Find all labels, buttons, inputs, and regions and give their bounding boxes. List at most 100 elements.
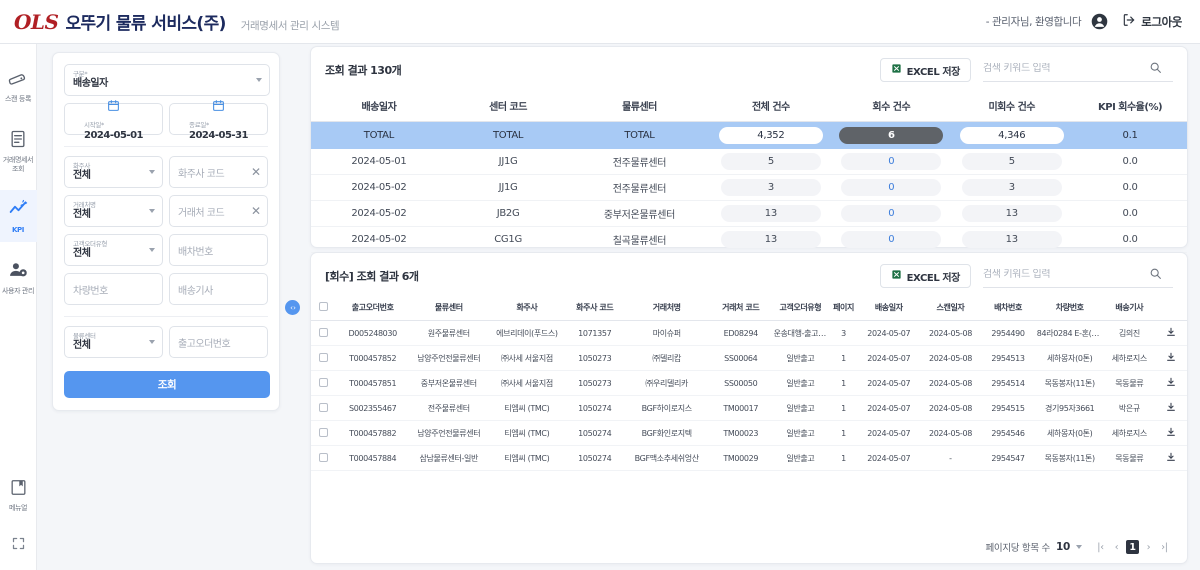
filter-center-select[interactable]: 물류센터 전체	[64, 326, 163, 358]
download-icon[interactable]	[1166, 377, 1176, 387]
row-checkbox-cell[interactable]	[311, 345, 336, 371]
logout-button[interactable]: 로그아웃	[1118, 10, 1186, 33]
row-checkbox-cell[interactable]	[311, 370, 336, 396]
chevron-down-icon[interactable]	[1076, 545, 1082, 549]
filter-date-row: 시작일* 2024-05-01 종료일* 2024-05-31	[64, 100, 268, 141]
detail-page-prev[interactable]: ‹	[1110, 540, 1123, 554]
select-all-checkbox[interactable]	[318, 302, 328, 311]
filter-client-code-input[interactable]: 거래처 코드 ✕	[169, 195, 268, 227]
clear-icon[interactable]: ✕	[251, 166, 261, 178]
download-icon[interactable]	[1166, 327, 1176, 337]
row-checkbox[interactable]	[318, 377, 328, 387]
detail-page-1[interactable]: 1	[1126, 540, 1139, 554]
kpi-row-not-recovered-pill: 13	[961, 205, 1062, 222]
detail-page-next[interactable]: ›	[1142, 540, 1155, 554]
detail-search-input[interactable]	[983, 268, 1143, 280]
filter-order-type-select[interactable]: 고객오더유형 전체	[64, 234, 163, 266]
filter-gubun-value: 배송일자	[73, 78, 108, 90]
table-row[interactable]: T000457852 남양주언전물류센터 ㈜사세 서울지점 1050273 ㈜델…	[311, 345, 1187, 371]
cell-download[interactable]	[1154, 320, 1187, 346]
detail-page-size-value[interactable]: 10	[1056, 541, 1070, 553]
filter-gubun-select[interactable]: 구분* 배송일자	[64, 64, 270, 96]
cell-download[interactable]	[1154, 370, 1187, 396]
filter-shipper-code-input[interactable]: 화주사 코드 ✕	[169, 156, 268, 188]
kpi-excel-export-button[interactable]: EXCEL 저장	[879, 58, 971, 82]
kpi-row-center-code: JJ1G	[446, 174, 570, 201]
cell-page: 1	[829, 345, 858, 371]
kpi-row-center-code: JJ1G	[446, 149, 570, 175]
table-row[interactable]: T000457882 남양주언전물류센터 티엠씨 (TMC) 1050274 B…	[311, 420, 1187, 446]
cell-download[interactable]	[1154, 345, 1187, 371]
filter-client-select[interactable]: 거래처명 전체	[64, 195, 163, 227]
row-checkbox[interactable]	[318, 352, 328, 362]
detail-col-select-all[interactable]	[311, 296, 336, 321]
kpi-col-total-count: 전체 건수	[709, 91, 833, 122]
cell-download[interactable]	[1154, 445, 1187, 471]
cell-client-code: ED08294	[709, 320, 772, 346]
row-checkbox-cell[interactable]	[311, 420, 336, 446]
cell-shipper: 에브리데이(푸드스)	[487, 320, 566, 346]
filter-end-date[interactable]: 종료일* 2024-05-31	[169, 100, 268, 141]
chevron-down-icon	[149, 340, 155, 344]
row-checkbox[interactable]	[318, 452, 328, 462]
table-row[interactable]: 2024-05-02 JB2G 중부저온물류센터 13 0 13 0.0	[311, 200, 1187, 227]
cell-download[interactable]	[1154, 395, 1187, 421]
cell-download[interactable]	[1154, 420, 1187, 446]
detail-excel-export-button[interactable]: EXCEL 저장	[879, 264, 971, 288]
row-checkbox-cell[interactable]	[311, 395, 336, 421]
row-checkbox-cell[interactable]	[311, 445, 336, 471]
detail-table: 출고오더번호 물류센터 화주사 화주사 코드 거래처명 거래처 코드 고객오더유…	[311, 296, 1187, 471]
user-circle-icon[interactable]	[1091, 13, 1108, 30]
sidebar-item-scan-register[interactable]: 스캔 등록	[0, 60, 37, 111]
filter-start-date[interactable]: 시작일* 2024-05-01	[64, 100, 163, 141]
detail-search-box[interactable]	[983, 265, 1173, 288]
filter-dispatch-no-input[interactable]: 배차번호	[169, 234, 268, 266]
table-row[interactable]: T000457851 중부저온물류센터 ㈜사세 서울지점 1050273 ㈜우리…	[311, 370, 1187, 396]
filter-driver-input[interactable]: 배송기사	[169, 273, 268, 305]
download-icon[interactable]	[1166, 452, 1176, 462]
sidebar-item-manual[interactable]: 메뉴얼	[0, 470, 37, 520]
row-checkbox[interactable]	[318, 327, 328, 337]
table-row[interactable]: S002355467 전주물류센터 티엠씨 (TMC) 1050274 BGF하…	[311, 395, 1187, 421]
search-icon[interactable]	[1149, 265, 1162, 284]
cell-dispatch-no: 2954547	[981, 445, 1035, 471]
filter-client-row: 거래처명 전체 거래처 코드 ✕	[64, 195, 268, 227]
brand-logo[interactable]: OLS 오뚜기 물류 서비스(주) 거래명세서 관리 시스템	[14, 9, 340, 34]
row-checkbox[interactable]	[318, 427, 328, 437]
table-row[interactable]: D005248030 원주물류센터 에브리데이(푸드스) 1071357 마이슈…	[311, 320, 1187, 346]
download-icon[interactable]	[1166, 402, 1176, 412]
detail-result-count: 조회 결과 6개	[356, 270, 419, 283]
kpi-row-rate: 0.0	[1073, 149, 1187, 175]
row-checkbox-cell[interactable]	[311, 320, 336, 346]
filter-center-row: 물류센터 전체 출고오더번호	[64, 326, 268, 358]
clear-icon[interactable]: ✕	[251, 205, 261, 217]
row-checkbox[interactable]	[318, 402, 328, 412]
kpi-row-recovered-cell: 0	[832, 149, 951, 175]
sidebar-item-expand[interactable]	[0, 528, 37, 562]
kpi-search-input[interactable]	[983, 62, 1143, 74]
table-row[interactable]: 2024-05-02 CG1G 칠곡물류센터 13 0 13 0.0	[311, 226, 1187, 253]
filter-outbound-no-input[interactable]: 출고오더번호	[169, 326, 268, 358]
panel-collapse-handle[interactable]: ‹ ›	[285, 300, 300, 315]
cell-shipper-code: 1050274	[565, 420, 624, 446]
sidebar-item-kpi[interactable]: KPI	[0, 190, 37, 242]
download-icon[interactable]	[1166, 352, 1176, 362]
table-row[interactable]: 2024-05-01 JJ1G 전주물류센터 5 0 5 0.0	[311, 149, 1187, 175]
cell-page: 1	[829, 420, 858, 446]
sidebar-item-invoice-search[interactable]: 거래명세서 조회	[0, 121, 37, 181]
kpi-search-box[interactable]	[983, 59, 1173, 82]
search-submit-button[interactable]: 조회	[64, 371, 270, 398]
filter-vehicle-no-input[interactable]: 차량번호	[64, 273, 163, 305]
detail-page-first[interactable]: |‹	[1094, 540, 1107, 554]
app-root: OLS 오뚜기 물류 서비스(주) 거래명세서 관리 시스템 - 관리자님, 환…	[0, 0, 1200, 570]
table-row[interactable]: T000457884 삼남물류센터-일반 티엠씨 (TMC) 1050274 B…	[311, 445, 1187, 471]
kpi-total-row[interactable]: TOTAL TOTAL TOTAL 4,352 6 4,346 0.1	[311, 121, 1187, 149]
filter-divider-1	[64, 146, 268, 147]
search-icon[interactable]	[1149, 59, 1162, 78]
detail-page-last[interactable]: ›|	[1158, 540, 1171, 554]
sidebar-item-user-management[interactable]: 사용자 관리	[0, 252, 37, 303]
cell-delivery-date: 2024-05-07	[857, 320, 920, 346]
table-row[interactable]: 2024-05-02 JJ1G 전주물류센터 3 0 3 0.0	[311, 174, 1187, 201]
filter-shipper-select[interactable]: 화주사 전체	[64, 156, 163, 188]
download-icon[interactable]	[1166, 427, 1176, 437]
